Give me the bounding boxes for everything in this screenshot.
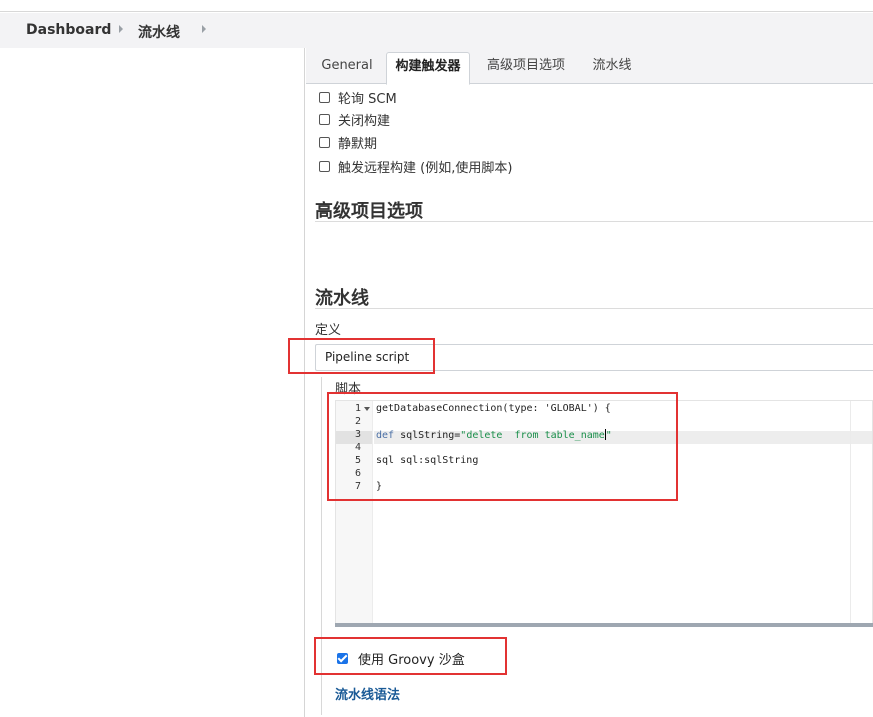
fold-arrow-icon[interactable] bbox=[364, 407, 370, 411]
script-label: 脚本 bbox=[335, 382, 362, 397]
line-number: 6 bbox=[354, 468, 361, 479]
quiet-period-checkbox[interactable] bbox=[319, 136, 330, 148]
poll-scm-label: 轮询 SCM bbox=[338, 91, 397, 107]
remote-build-checkbox[interactable] bbox=[319, 160, 330, 172]
text-caret bbox=[604, 429, 606, 440]
code-line-3[interactable]: def sqlString="delete from table_name" bbox=[376, 429, 612, 441]
trigger-disable-build[interactable]: 关闭构建 bbox=[319, 109, 390, 129]
definition-label: 定义 bbox=[315, 323, 342, 338]
disable-build-label: 关闭构建 bbox=[338, 113, 391, 129]
poll-scm-checkbox[interactable] bbox=[319, 91, 330, 103]
pipeline-syntax-link[interactable]: 流水线语法 bbox=[335, 684, 400, 703]
tab-general[interactable]: General bbox=[314, 52, 380, 84]
groovy-sandbox-option[interactable]: 使用 Groovy 沙盒 bbox=[337, 649, 465, 668]
code-line-7[interactable]: } bbox=[376, 481, 382, 492]
groovy-sandbox-label: 使用 Groovy 沙盒 bbox=[358, 652, 465, 668]
line-number: 4 bbox=[354, 442, 361, 453]
tab-build-triggers[interactable]: 构建触发器 bbox=[386, 52, 470, 85]
tab-advanced-options[interactable]: 高级项目选项 bbox=[480, 52, 572, 84]
top-strip bbox=[0, 0, 873, 12]
remote-build-label: 触发远程构建 (例如,使用脚本) bbox=[338, 160, 513, 176]
breadcrumb-separator-icon[interactable] bbox=[119, 25, 123, 33]
code-line-5[interactable]: sql sql:sqlString bbox=[376, 455, 478, 466]
tab-pipeline[interactable]: 流水线 bbox=[584, 52, 640, 84]
groovy-sandbox-checkbox[interactable] bbox=[337, 652, 348, 664]
script-editor[interactable]: 1 2 3 4 5 6 7 getDatabaseConnection(type… bbox=[335, 400, 873, 626]
breadcrumb: Dashboard 流水线 bbox=[0, 13, 873, 48]
line-number: 1 bbox=[354, 403, 361, 414]
line-number: 3 bbox=[354, 429, 361, 440]
line-number: 7 bbox=[354, 481, 361, 492]
line-number: 2 bbox=[354, 416, 361, 427]
config-tabbar: General 构建触发器 高级项目选项 流水线 bbox=[306, 48, 873, 85]
pipeline-section-title: 流水线 bbox=[315, 288, 369, 309]
code-line-1[interactable]: getDatabaseConnection(type: 'GLOBAL') { bbox=[376, 403, 611, 414]
left-pane bbox=[0, 48, 305, 717]
config-main: General 构建触发器 高级项目选项 流水线 轮询 SCM 关闭构建 静默期… bbox=[306, 48, 873, 717]
trigger-quiet-period[interactable]: 静默期 bbox=[319, 132, 377, 152]
editor-gutter: 1 2 3 4 5 6 7 bbox=[336, 401, 373, 625]
nested-indent-line bbox=[321, 377, 322, 715]
breadcrumb-separator-icon[interactable] bbox=[202, 25, 206, 33]
definition-select[interactable]: Pipeline script bbox=[315, 344, 873, 371]
breadcrumb-dashboard[interactable]: Dashboard bbox=[26, 22, 111, 38]
print-margin bbox=[850, 401, 851, 625]
code-string-literal: "delete from table_name" bbox=[460, 429, 612, 441]
advanced-section-title: 高级项目选项 bbox=[315, 201, 423, 222]
quiet-period-label: 静默期 bbox=[338, 136, 378, 152]
editor-resize-handle[interactable] bbox=[335, 623, 873, 627]
advanced-section-divider bbox=[315, 221, 873, 222]
trigger-poll-scm[interactable]: 轮询 SCM bbox=[319, 87, 397, 107]
disable-build-checkbox[interactable] bbox=[319, 113, 330, 125]
breadcrumb-pipeline[interactable]: 流水线 bbox=[138, 22, 180, 42]
line-number: 5 bbox=[354, 455, 361, 466]
trigger-remote-build[interactable]: 触发远程构建 (例如,使用脚本) bbox=[319, 156, 512, 176]
pipeline-section-divider bbox=[315, 308, 873, 309]
code-keyword-def: def bbox=[376, 430, 395, 441]
